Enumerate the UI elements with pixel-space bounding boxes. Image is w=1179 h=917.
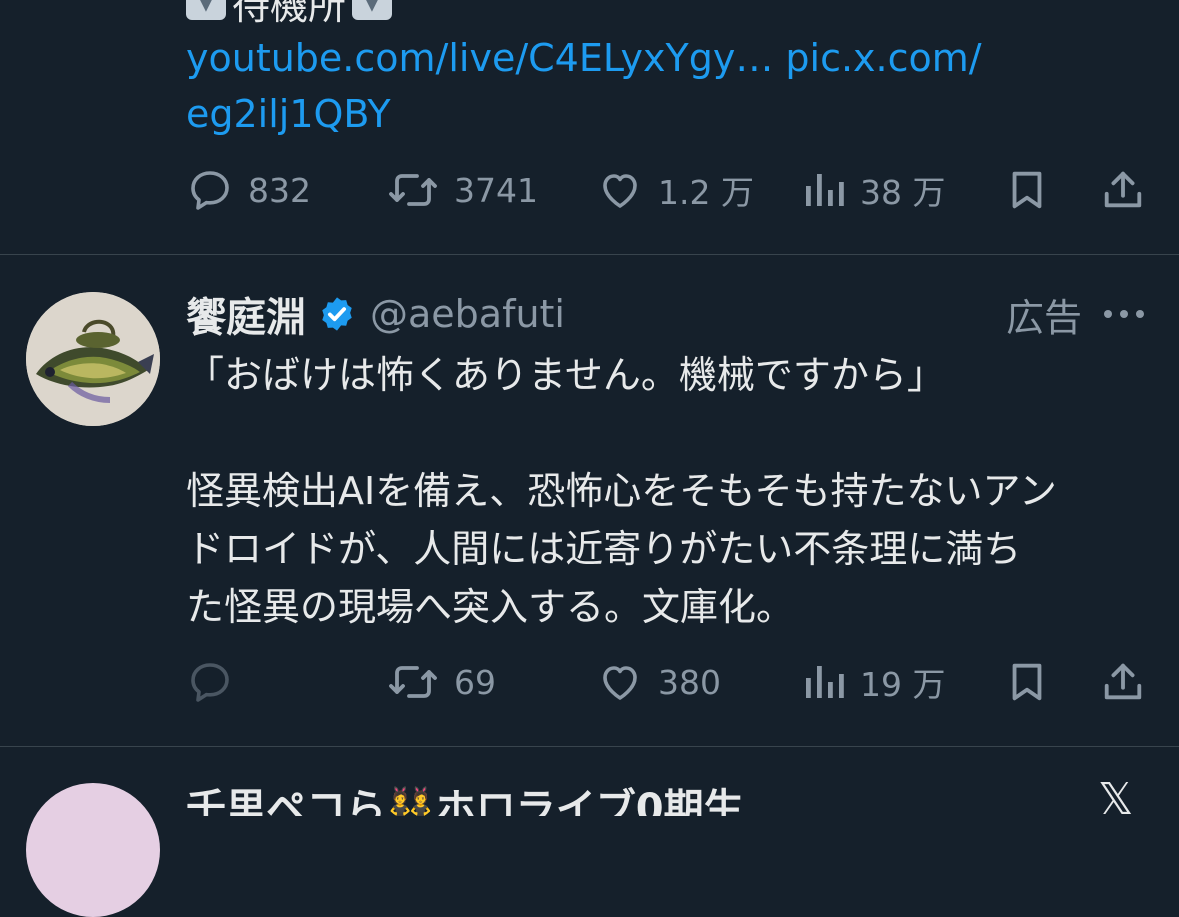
down-arrow-emoji-icon: ▼ <box>352 0 393 20</box>
down-arrow-emoji-icon: ▼ <box>186 0 226 20</box>
tweet2-view-count: 19 万 <box>860 665 946 704</box>
tweet1-share-button[interactable] <box>1100 160 1146 220</box>
tweet1-reply-button[interactable]: 832 <box>186 160 311 220</box>
fish-kettle-avatar-image <box>26 292 160 426</box>
tweet1-link-line2[interactable]: eg2ilj1QBY <box>186 86 1086 142</box>
more-icon <box>1104 310 1144 318</box>
tweet1-reply-count: 832 <box>248 170 311 210</box>
tweet1-views-button[interactable]: 38 万 <box>802 160 945 220</box>
tweet2-retweet-button[interactable]: 69 <box>386 652 496 712</box>
reply-icon <box>191 663 229 702</box>
ad-label: 広告 <box>1005 295 1082 340</box>
tweet1-links[interactable]: youtube.com/live/C4ELyxYgy… pic.x.com/ e… <box>186 30 1086 142</box>
tweet2-like-count: 380 <box>658 662 721 702</box>
tweet1-action-bar: 832 3741 1.2 万 38 万 <box>186 160 1146 220</box>
bookmark-icon <box>1012 171 1042 209</box>
avatar[interactable] <box>26 292 160 426</box>
verified-badge-icon <box>322 297 352 331</box>
tweet1-bookmark-button[interactable] <box>1004 160 1050 220</box>
tweet2-action-bar: 69 380 19 万 <box>186 652 1146 712</box>
retweet-icon <box>389 666 437 698</box>
avatar[interactable] <box>26 783 160 917</box>
tweet-divider <box>0 746 1179 747</box>
share-icon <box>1104 171 1142 208</box>
tweet2-bookmark-button[interactable] <box>1004 652 1050 712</box>
tweet1-view-count: 38 万 <box>860 173 946 212</box>
tweet2-text: 「おばけは怖くありません。機械ですから」 怪異検出AIを備え、恐怖心をそもそも持… <box>186 353 1057 629</box>
tweet2-retweet-count: 69 <box>454 662 496 702</box>
tweet3-author-name[interactable]: 千里ペコら👯ホロライブ0期生 <box>186 776 1166 816</box>
author-handle[interactable]: @aebafuti <box>370 292 565 336</box>
tweet1-like-button[interactable]: 1.2 万 <box>596 160 754 220</box>
x-logo-icon: 𝕏 <box>1098 774 1134 825</box>
tweet1-header: ▼ 待機所 ▼ <box>186 0 393 28</box>
tweet2-header: 饗庭淵 @aebafuti 広告 <box>186 290 1146 341</box>
retweet-icon <box>389 174 437 206</box>
tweet-divider <box>0 254 1179 255</box>
views-icon <box>806 174 844 206</box>
tweet2-views-button[interactable]: 19 万 <box>802 652 945 712</box>
tweet1-link-line1[interactable]: youtube.com/live/C4ELyxYgy… pic.x.com/ <box>186 30 1086 86</box>
tweet1-like-count: 1.2 万 <box>658 173 754 212</box>
bookmark-icon <box>1012 663 1042 701</box>
more-button[interactable] <box>1102 290 1146 338</box>
heart-icon <box>603 174 637 208</box>
reply-icon <box>191 171 229 210</box>
tweet1-retweet-count: 3741 <box>454 170 538 210</box>
author-name[interactable]: 饗庭淵 <box>186 285 306 343</box>
share-icon <box>1104 663 1142 700</box>
views-icon <box>806 666 844 698</box>
tweet2-share-button[interactable] <box>1100 652 1146 712</box>
tweet1-head-text: 待機所 <box>232 0 347 28</box>
tweet2-reply-button[interactable] <box>186 652 248 712</box>
heart-icon <box>603 666 637 700</box>
tweet1-retweet-button[interactable]: 3741 <box>386 160 538 220</box>
tweet2-like-button[interactable]: 380 <box>596 652 721 712</box>
